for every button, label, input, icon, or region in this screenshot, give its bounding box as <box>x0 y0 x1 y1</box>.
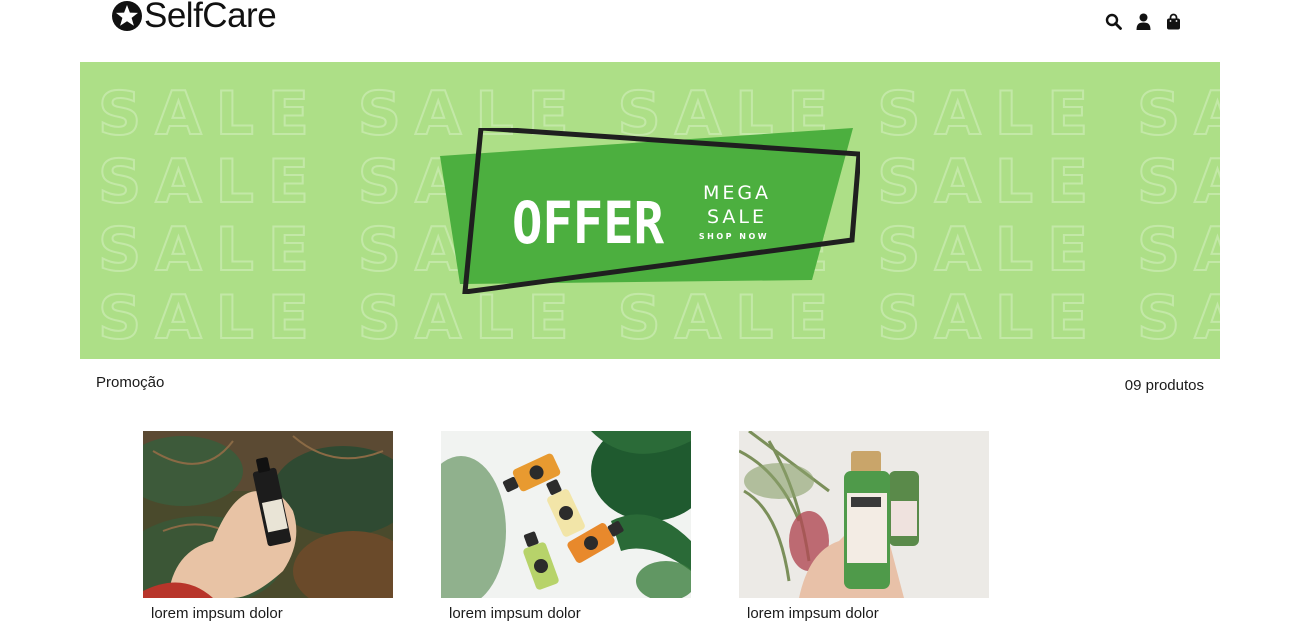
juice-bottles-with-leaves-photo[interactable] <box>441 431 691 598</box>
product-card[interactable]: lorem impsum dolor <box>143 431 393 622</box>
product-name[interactable]: lorem impsum dolor <box>441 605 691 622</box>
search-icon[interactable] <box>1103 11 1123 31</box>
green-shampoo-bottle-photo[interactable] <box>739 431 989 598</box>
brand-name: SelfCare <box>144 0 277 35</box>
section-title: Promoção <box>96 374 165 391</box>
shopping-bag-icon[interactable] <box>1163 11 1183 31</box>
section-header: Promoção 09 produtos <box>96 374 1206 398</box>
offer-badge: OFFER MEGA SALE SHOP NOW <box>440 128 860 294</box>
site-header: SelfCare <box>0 0 1295 62</box>
product-name[interactable]: lorem impsum dolor <box>143 605 393 622</box>
serum-bottle-in-hand-photo[interactable] <box>143 431 393 598</box>
offer-line-sale: SALE <box>707 206 767 228</box>
offer-line-mega: MEGA <box>703 182 771 204</box>
brand-logo[interactable]: SelfCare <box>111 0 277 35</box>
offer-headline: OFFER <box>512 189 664 257</box>
promo-banner[interactable]: SALE SALE SALE SALE SALE SALE SALE SALE … <box>80 62 1220 359</box>
product-card[interactable]: lorem impsum dolor <box>441 431 691 622</box>
star-circle-icon <box>112 1 142 31</box>
product-count: 09 produtos <box>1124 377 1204 394</box>
product-name[interactable]: lorem impsum dolor <box>739 605 989 622</box>
offer-cta: SHOP NOW <box>699 232 769 241</box>
product-card[interactable]: lorem impsum dolor <box>739 431 989 622</box>
product-grid: lorem impsum dolor lorem impsum dolor lo… <box>143 431 1037 622</box>
user-icon[interactable] <box>1133 11 1153 31</box>
header-actions <box>1103 11 1193 31</box>
